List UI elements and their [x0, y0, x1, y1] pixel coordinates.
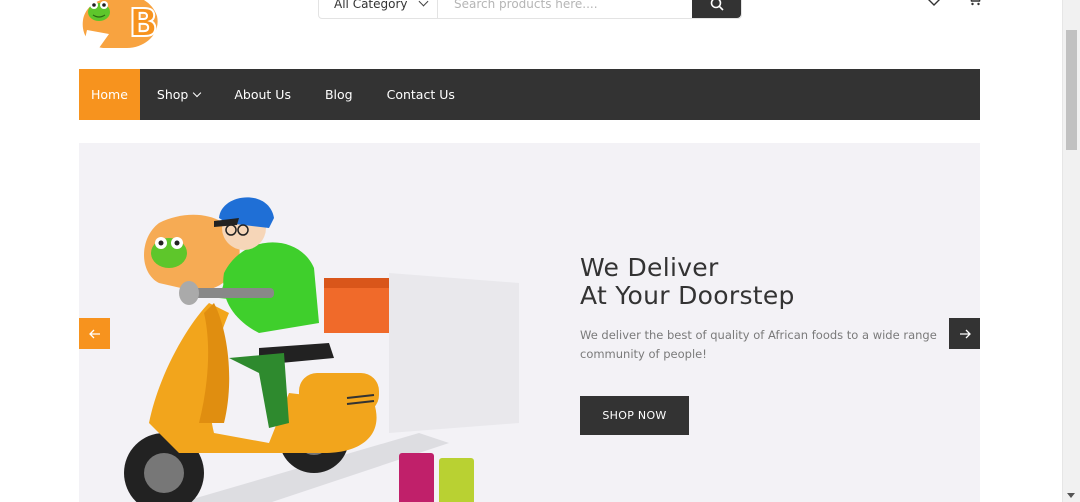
slider-prev-button[interactable] [79, 318, 110, 349]
header-icons [926, 0, 982, 6]
wishlist-button[interactable] [926, 0, 942, 6]
hero-title-line1: We Deliver [580, 253, 719, 282]
scrollbar-thumb[interactable] [1066, 30, 1077, 150]
nav-item-home[interactable]: Home [79, 69, 140, 120]
search-input[interactable] [438, 0, 692, 18]
hero-description: We deliver the best of quality of Africa… [580, 328, 937, 361]
page: B All Category Search products here.... … [0, 0, 1080, 502]
nav-item-shop[interactable]: Shop [140, 69, 217, 120]
nav-item-about[interactable]: About Us [217, 69, 308, 120]
delivery-scooter-illustration [124, 197, 519, 502]
search-icon [710, 0, 724, 11]
category-select[interactable]: All Category [319, 0, 438, 18]
heart-icon [928, 0, 940, 6]
nav-item-label: About Us [234, 87, 291, 102]
cart-button[interactable] [966, 0, 982, 6]
scroll-down-icon[interactable] [1067, 493, 1075, 498]
vertical-scrollbar[interactable] [1062, 0, 1080, 502]
nav-item-label: Blog [324, 87, 353, 102]
shop-now-button[interactable]: SHOP NOW [580, 396, 689, 435]
nav-item-blog[interactable]: Blog [308, 69, 370, 120]
nav-item-contact[interactable]: Contact Us [370, 69, 472, 120]
svg-text:B: B [129, 1, 158, 45]
nav-item-label: Shop [156, 87, 189, 102]
cart-icon [970, 0, 980, 6]
nav-item-label: Home [91, 87, 128, 102]
slider-next-button[interactable] [949, 318, 980, 349]
chevron-down-icon [193, 88, 202, 97]
search-bar: All Category [318, 0, 742, 19]
chevron-down-icon [418, 0, 428, 6]
hero-slider: We Deliver At Your Doorstep We deliver t… [79, 143, 980, 502]
hero-title-line2: At Your Doorstep [580, 281, 795, 310]
category-select-label: All Category [334, 0, 408, 11]
nav-item-label: Contact Us [386, 87, 455, 102]
arrow-right-icon [959, 329, 971, 338]
arrow-left-icon [88, 329, 100, 338]
hero-title: We Deliver At Your Doorstep [580, 254, 795, 310]
site-logo[interactable]: B [79, 0, 161, 48]
main-nav: Home Shop About Us Blog Contact Us [79, 69, 980, 120]
search-button[interactable] [692, 0, 741, 18]
